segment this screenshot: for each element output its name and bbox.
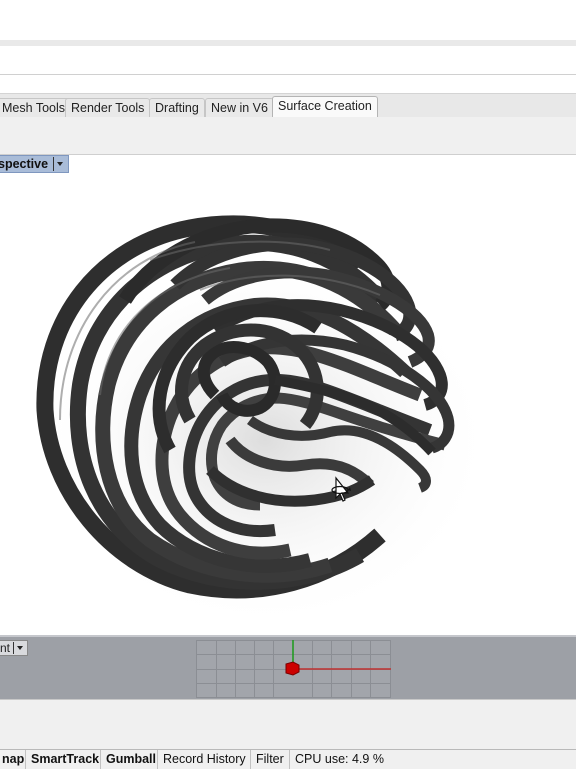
tab-mesh-tools[interactable]: Mesh Tools (0, 98, 71, 117)
toolbar-panel (0, 117, 576, 155)
viewport-title: spective (0, 157, 49, 171)
tab-surface-creation[interactable]: Surface Creation (272, 96, 378, 117)
panel-area (0, 699, 576, 749)
filter-toggle[interactable]: Filter (251, 750, 290, 769)
command-history-area[interactable] (0, 46, 576, 75)
grid-plane (196, 640, 391, 698)
viewport-title-tab[interactable]: spective (0, 155, 70, 173)
twisted-ring-sculpture[interactable] (0, 155, 576, 635)
active-object-marker (285, 661, 300, 676)
tab-drafting[interactable]: Drafting (149, 98, 205, 117)
rotate-cursor-icon (331, 476, 351, 502)
title-area (0, 0, 576, 40)
cpu-usage: CPU use: 4.9 % (295, 752, 384, 766)
lower-viewport-title: nt (0, 641, 11, 655)
chevron-down-icon[interactable] (53, 157, 64, 171)
record-history-toggle[interactable]: Record History (158, 750, 251, 769)
lower-viewport-title-tab[interactable]: nt (0, 640, 28, 656)
tab-new-in-v6[interactable]: New in V6 (205, 98, 274, 117)
osnap-toggle[interactable]: nap (0, 750, 26, 769)
smarttrack-toggle[interactable]: SmartTrack (26, 750, 101, 769)
status-bar: nap SmartTrack Gumball Record History Fi… (0, 749, 576, 769)
gumball-toggle[interactable]: Gumball (101, 750, 158, 769)
chevron-down-icon[interactable] (13, 642, 24, 654)
ribbon-tab-strip: Mesh Tools Render Tools Drafting New in … (0, 93, 576, 118)
command-prompt-area[interactable] (0, 75, 576, 93)
tab-render-tools[interactable]: Render Tools (65, 98, 151, 117)
